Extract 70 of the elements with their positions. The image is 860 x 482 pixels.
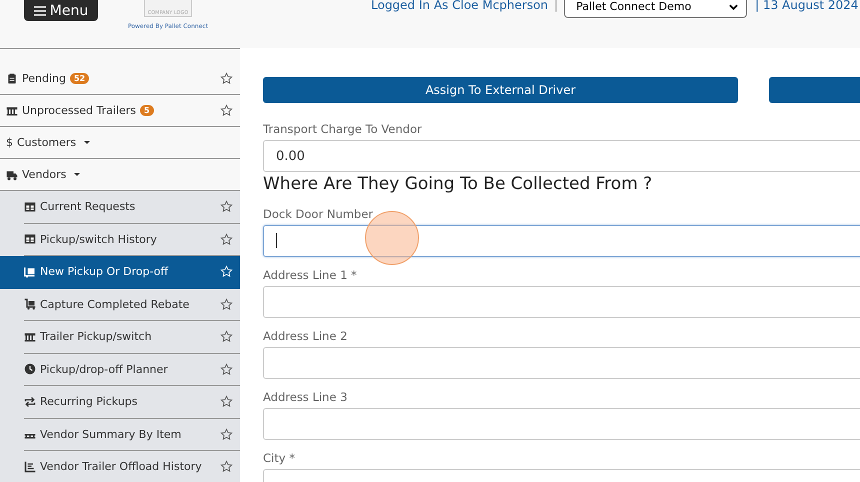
field-label: City * [263,451,296,465]
submenu-item[interactable]: Vendor Trailer Offload History [0,451,240,482]
input-field[interactable] [263,225,860,257]
sidebar-item[interactable]: $ Customers [0,127,240,159]
truck-icon [6,168,18,180]
company-select[interactable]: Pallet Connect Demo [564,0,748,18]
logged-in-user: Logged In As Cloe Mcpherson [371,0,548,10]
submenu-item-label: Recurring Pickups [40,395,139,408]
field-label: Address Line 3 [263,390,348,404]
submenu-item[interactable]: New Pickup Or Drop-off [0,256,240,288]
submenu-item-label: Current Requests [40,200,136,214]
star-icon[interactable] [220,104,233,117]
count-badge: 52 [70,73,90,84]
star-icon[interactable] [220,395,233,408]
sidebar-item-label: Unprocessed Trailers [22,104,136,117]
menu-button[interactable]: Menu [24,0,98,21]
list-icon [24,460,36,473]
star-icon[interactable] [220,460,233,474]
table-icon [24,200,36,213]
sidebar-item-label: Vendors [22,168,66,181]
submenu-item-label: Pickup/drop-off Planner [40,362,169,376]
submenu-item-label: New Pickup Or Drop-off [40,265,170,278]
dollar-sign: $ [6,136,13,149]
sidebar-item[interactable]: Pending 52 [0,63,240,95]
cart-icon [24,298,36,310]
current-date: | 13 August 2024 [755,0,858,10]
submenu-item[interactable]: Recurring Pickups [0,386,240,418]
dolly-icon [24,266,36,278]
star-icon[interactable] [220,200,233,214]
submenu-item-label: Trailer Pickup/switch [40,330,153,344]
star-icon[interactable] [220,428,233,441]
trailer-icon [6,104,18,116]
table-icon [24,233,36,246]
submenu-item-label: Vendor Trailer Offload History [40,460,203,474]
input-field[interactable] [263,408,860,440]
count-badge: 5 [140,105,154,116]
text-cursor [276,233,277,248]
menu-icon [34,6,46,16]
input-field[interactable] [263,286,860,318]
separator: | [554,0,558,10]
field-label: Transport Charge To Vendor [263,122,423,136]
clock-icon [24,363,36,376]
submenu-item[interactable]: Pickup/drop-off Planner [0,354,240,386]
submenu-item-label: Capture Completed Rebate [40,298,190,311]
input-field[interactable] [263,347,860,379]
field-label: Address Line 2 [263,329,348,343]
submenu-item[interactable]: Trailer Pickup/switch [0,321,240,354]
chevron-down-icon [729,4,738,10]
star-icon[interactable] [220,232,233,246]
field-label: Address Line 1 * [263,268,358,282]
caret-icon [84,141,90,144]
submenu-item[interactable]: Current Requests [0,191,240,224]
sidebar-item-label: Pending [22,72,66,85]
sidebar-item-label: Customers [17,136,76,149]
trailer-icon [24,330,36,343]
repeat-icon [24,396,36,408]
submenu-item-label: Vendor Summary By Item [40,428,182,441]
sidebar-item[interactable]: Unprocessed Trailers 5 [0,95,240,127]
clipboard-icon [6,72,18,84]
assign-driver-button[interactable]: Assign To External Driver [263,77,738,103]
field-label: Dock Door Number [263,207,374,221]
star-icon[interactable] [220,72,233,85]
section-heading: Where Are They Going To Be Collected From ? [263,174,654,194]
submenu-item[interactable]: Capture Completed Rebate [0,288,240,321]
input-field[interactable]: 0.00 [263,140,860,172]
star-icon[interactable] [220,298,233,311]
star-icon[interactable] [220,330,233,344]
star-icon[interactable] [220,362,233,376]
submenu-item-label: Pickup/switch History [40,232,158,246]
submenu-item[interactable]: Vendor Summary By Item [0,418,240,451]
